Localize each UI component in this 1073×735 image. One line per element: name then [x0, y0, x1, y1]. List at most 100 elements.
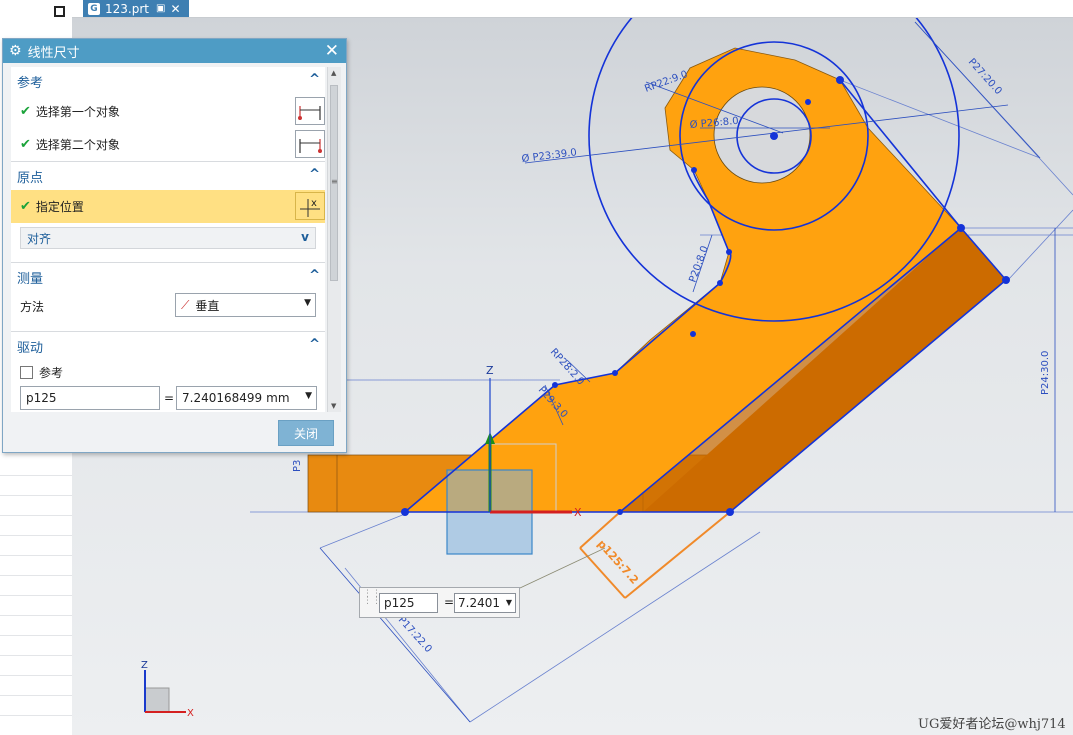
list-item[interactable]: [0, 576, 72, 596]
section-title: 参考: [17, 75, 44, 91]
csys-z-label: Z: [141, 660, 148, 671]
triad-x-label: X: [574, 506, 582, 519]
select-first-object-row[interactable]: ✔ 选择第一个对象: [11, 95, 325, 128]
active-dimension[interactable]: [519, 511, 731, 599]
chevron-down-icon: v: [301, 230, 309, 244]
dialog-title: 线性尺寸: [27, 45, 80, 61]
check-icon: ✔: [20, 104, 31, 119]
list-item[interactable]: [0, 696, 72, 716]
dim-p125: p125:7.2: [595, 537, 641, 586]
navigator-list: [0, 456, 72, 716]
list-item[interactable]: [0, 456, 72, 476]
expression-name-value: p125: [26, 391, 57, 405]
linear-dimension-dialog[interactable]: ⚙ 线性尺寸 ✕ 参考 ^ ✔ 选择第一个对象 ✔ 选择第二个对象 原点 ^ ✔…: [2, 38, 347, 453]
section-header-origin[interactable]: 原点 ^: [11, 162, 325, 190]
chevron-up-icon[interactable]: ^: [309, 337, 320, 352]
scroll-down-icon[interactable]: ▼: [331, 402, 336, 410]
select-object-button[interactable]: [295, 130, 325, 158]
dim-p24: P24:30.0: [1040, 351, 1051, 395]
onscreen-expression-input[interactable]: ⋮⋮ ⋮⋮ p125 = 7.2401 ▼: [359, 587, 520, 618]
dimension-select-icon: [299, 139, 322, 153]
chevron-up-icon[interactable]: ^: [309, 268, 320, 283]
section-origin: 原点 ^ ✔ 指定位置 x 对齐 v: [11, 162, 325, 263]
select-first-object-label: 选择第一个对象: [35, 105, 120, 119]
expression-value-field[interactable]: 7.240168499 mm ▼: [176, 386, 317, 410]
method-value: 垂直: [195, 298, 220, 313]
align-label: 对齐: [27, 231, 52, 246]
gear-icon[interactable]: ⚙: [9, 43, 22, 59]
view-csys: Z X: [141, 660, 194, 719]
scroll-grip-icon: ≡: [331, 177, 338, 186]
chevron-up-icon[interactable]: ^: [309, 72, 320, 87]
equals-sign: =: [164, 391, 175, 405]
dim-p17: P17:22.0: [396, 615, 434, 655]
list-item[interactable]: [0, 476, 72, 496]
list-item[interactable]: [0, 536, 72, 556]
section-title: 驱动: [17, 340, 44, 356]
reference-checkbox-row[interactable]: 参考: [11, 360, 325, 384]
method-row: 方法 ⟋ 垂直 ▼: [11, 291, 325, 321]
dialog-scrollbar[interactable]: ▲ ≡ ▼: [327, 67, 341, 412]
expression-value: 7.240168499: [182, 391, 263, 405]
dim-p20: P20:8.0: [687, 245, 710, 284]
tab-label: 123.prt: [105, 1, 149, 16]
csys-x-label: X: [187, 708, 194, 719]
dim-p30: P3: [292, 460, 303, 472]
triad-z-label: Z: [486, 364, 494, 377]
select-second-object-row[interactable]: ✔ 选择第二个对象: [11, 128, 325, 161]
onscreen-name-field[interactable]: p125: [379, 593, 438, 613]
origin-tool-icon: x: [300, 198, 320, 217]
restore-window-icon[interactable]: [54, 6, 65, 17]
document-tab-strip: G 123.prt ▣ ✕: [72, 0, 1073, 18]
dim-d23: Ø P23:39.0: [521, 146, 578, 165]
onscreen-equals: =: [444, 595, 455, 609]
list-item[interactable]: [0, 676, 72, 696]
watermark: UG爱好者论坛@whj714: [918, 717, 1066, 732]
dropdown-arrow-icon: ▼: [505, 598, 512, 607]
check-icon: ✔: [20, 137, 31, 152]
section-header-measure[interactable]: 测量 ^: [11, 263, 325, 291]
list-item[interactable]: [0, 516, 72, 536]
list-item[interactable]: [0, 556, 72, 576]
check-icon: ✔: [20, 199, 31, 214]
section-header-driving[interactable]: 驱动 ^: [11, 332, 325, 360]
section-reference: 参考 ^ ✔ 选择第一个对象 ✔ 选择第二个对象: [11, 67, 325, 162]
method-label: 方法: [20, 299, 45, 314]
dropdown-arrow-icon: ▼: [304, 298, 311, 308]
svg-text:x: x: [311, 198, 317, 209]
specify-location-row[interactable]: ✔ 指定位置 x: [11, 190, 325, 223]
dim-p27: P27:20.0: [966, 57, 1004, 97]
dropdown-arrow-icon: ▼: [305, 391, 312, 401]
reference-checkbox[interactable]: [20, 365, 33, 379]
list-item[interactable]: [0, 656, 72, 676]
dialog-titlebar[interactable]: ⚙ 线性尺寸 ✕: [3, 39, 346, 63]
expression-name-field[interactable]: p125: [20, 386, 160, 410]
chevron-up-icon[interactable]: ^: [309, 167, 320, 182]
method-select[interactable]: ⟋ 垂直 ▼: [175, 293, 316, 317]
list-item[interactable]: [0, 496, 72, 516]
part-body: [307, 47, 1006, 555]
close-tab-icon[interactable]: ✕: [170, 2, 180, 16]
close-button[interactable]: 关闭: [278, 420, 334, 446]
dimension-select-icon: [298, 106, 321, 120]
section-header-reference[interactable]: 参考 ^: [11, 67, 325, 95]
align-dropdown[interactable]: 对齐 v: [20, 227, 316, 249]
section-title: 测量: [17, 271, 44, 287]
list-item[interactable]: [0, 616, 72, 636]
dialog-body: 参考 ^ ✔ 选择第一个对象 ✔ 选择第二个对象 原点 ^ ✔ 指定位置 x 对…: [11, 67, 325, 412]
list-item[interactable]: [0, 596, 72, 616]
select-object-button[interactable]: [295, 97, 325, 125]
section-measure: 测量 ^ 方法 ⟋ 垂直 ▼: [11, 263, 325, 332]
onscreen-value-field[interactable]: 7.2401 ▼: [454, 593, 516, 613]
expression-row: p125 = 7.240168499 mm ▼: [11, 384, 325, 410]
specify-location-button[interactable]: x: [295, 192, 325, 220]
part-file-icon: G: [88, 2, 100, 15]
reference-checkbox-label: 参考: [39, 365, 64, 380]
scroll-up-icon[interactable]: ▲: [331, 69, 336, 77]
list-item[interactable]: [0, 636, 72, 656]
dim-rp28: RP28:2.0: [548, 347, 586, 388]
close-icon[interactable]: ✕: [325, 41, 339, 61]
section-title: 原点: [17, 170, 44, 186]
expression-unit: mm: [266, 391, 290, 405]
tab-part-file[interactable]: G 123.prt ▣ ✕: [83, 0, 189, 17]
